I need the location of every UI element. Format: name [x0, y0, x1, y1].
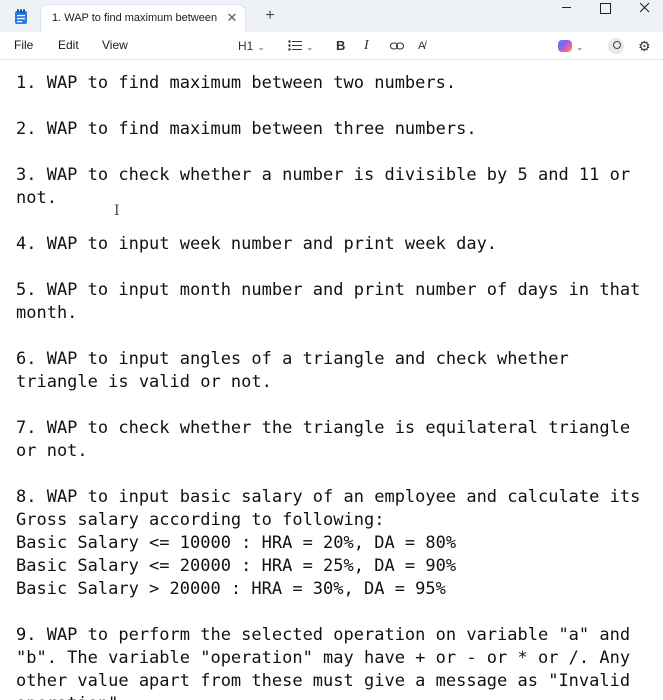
menu-file[interactable]: File	[14, 38, 33, 52]
title-bar: 1. WAP to find maximum between ✕ +	[0, 0, 663, 32]
document-line: 1. WAP to find maximum between two numbe…	[16, 73, 457, 93]
tab-title: 1. WAP to find maximum between	[52, 12, 218, 24]
heading-dropdown[interactable]: H1 ⌄	[238, 37, 265, 55]
heading-label: H1	[238, 39, 254, 53]
document-line: Gross salary according to following:	[16, 510, 385, 530]
chevron-down-icon: ⌄	[257, 42, 265, 52]
close-tab-icon[interactable]: ✕	[225, 11, 239, 25]
minimize-button[interactable]	[548, 0, 588, 18]
document-line: other value apart from these must give a…	[16, 671, 631, 691]
copilot-dropdown[interactable]: ⌄	[558, 37, 584, 55]
close-icon	[639, 2, 650, 13]
link-icon	[389, 42, 405, 50]
document-line: Basic Salary <= 20000 : HRA = 25%, DA = …	[16, 556, 457, 576]
document-line: operation".	[16, 693, 656, 700]
document-text: 1. WAP to find maximum between two numbe…	[16, 72, 656, 700]
clear-formatting-button[interactable]: A̸	[418, 37, 425, 55]
document-line: 2. WAP to find maximum between three num…	[16, 119, 477, 139]
maximize-button[interactable]	[586, 0, 626, 18]
new-tab-icon[interactable]: +	[262, 8, 278, 24]
notepad-app-icon	[15, 9, 27, 24]
document-line: 3. WAP to check whether a number is divi…	[16, 165, 631, 185]
document-line: 9. WAP to perform the selected operation…	[16, 625, 631, 645]
menu-toolbar: File Edit View H1 ⌄ ⌄ B I A̸ ⌄ ⚙	[0, 32, 663, 60]
document-line: 7. WAP to check whether the triangle is …	[16, 418, 631, 438]
bold-button[interactable]: B	[336, 37, 345, 55]
close-window-button[interactable]	[624, 0, 663, 18]
document-line: month.	[16, 303, 78, 323]
document-line: "b". The variable "operation" may have +…	[16, 648, 631, 668]
italic-button[interactable]: I	[364, 37, 369, 55]
settings-gear-icon[interactable]: ⚙	[638, 37, 651, 55]
copilot-icon	[558, 40, 572, 52]
document-line: 4. WAP to input week number and print we…	[16, 234, 498, 254]
menu-edit[interactable]: Edit	[58, 38, 79, 52]
text-cursor-icon: I	[114, 203, 120, 219]
menu-view[interactable]: View	[102, 38, 128, 52]
document-line: Basic Salary <= 10000 : HRA = 20%, DA = …	[16, 533, 457, 553]
document-line: 6. WAP to input angles of a triangle and…	[16, 349, 569, 369]
chevron-down-icon: ⌄	[306, 42, 314, 52]
document-line: triangle is valid or not.	[16, 372, 272, 392]
bulleted-list-icon	[288, 40, 302, 51]
tab-document[interactable]: 1. WAP to find maximum between ✕	[40, 4, 246, 32]
document-line: not.	[16, 188, 57, 208]
document-line: or not.	[16, 441, 88, 461]
list-dropdown[interactable]: ⌄	[288, 37, 314, 55]
link-button[interactable]	[389, 37, 405, 55]
document-line: 5. WAP to input month number and print n…	[16, 280, 641, 300]
account-icon[interactable]	[608, 38, 624, 54]
chevron-down-icon: ⌄	[576, 42, 584, 52]
document-line: Basic Salary > 20000 : HRA = 30%, DA = 9…	[16, 579, 446, 599]
document-line: 8. WAP to input basic salary of an emplo…	[16, 487, 641, 507]
text-editor[interactable]: 1. WAP to find maximum between two numbe…	[0, 61, 663, 700]
